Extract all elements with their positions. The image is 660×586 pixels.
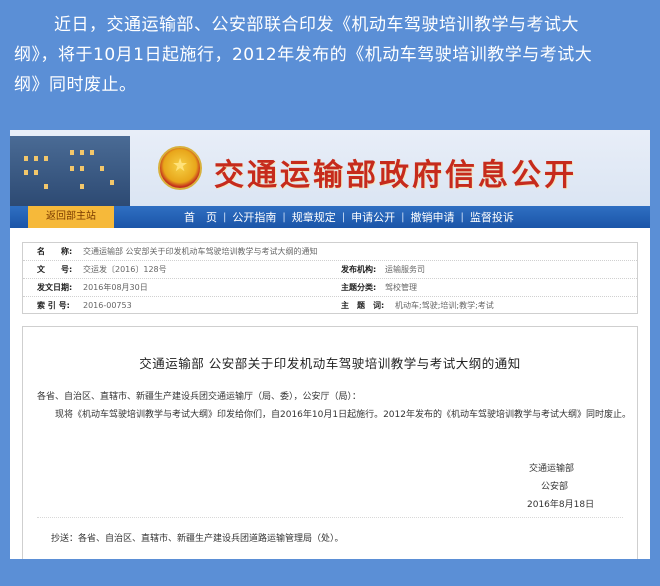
nav-item-guide[interactable]: 公开指南 <box>226 209 282 225</box>
intro-line-2: 纲》，将于10月1日起施行，2012年发布的《机动车驾驶培训教学与考试大 <box>14 45 593 65</box>
meta-doc-no-label: 文 号: <box>37 265 73 274</box>
notice-cc: 抄送：各省、自治区、直辖市、新疆生产建设兵团道路运输管理局（处）。 <box>51 534 344 544</box>
site-banner: ★ 交通运输部政府信息公开 <box>10 130 650 206</box>
meta-row: 名 称: 交通运输部 公安部关于印发机动车驾驶培训教学与考试大纲的通知 <box>23 243 637 261</box>
notice-title: 交通运输部 公安部关于印发机动车驾驶培训教学与考试大纲的通知 <box>139 356 521 371</box>
meta-name-value: 交通运输部 公安部关于印发机动车驾驶培训教学与考试大纲的通知 <box>83 247 318 256</box>
meta-agency-label: 发布机构: <box>341 265 377 274</box>
meta-row: 文 号: 交运发〔2016〕128号 发布机构: 运输服务司 <box>23 261 637 279</box>
meta-name-label: 名 称: <box>37 247 73 256</box>
intro-line-1: 近日，交通运输部、公安部联合印发《机动车驾驶培训教学与考试大 <box>54 15 579 35</box>
national-emblem-icon: ★ <box>158 146 202 190</box>
sign-date: 2016年8月18日 <box>527 500 595 510</box>
meta-keywords-label: 主 题 词: <box>341 301 385 310</box>
intro-line-3: 纲》同时废止。 <box>14 75 137 95</box>
meta-category-label: 主题分类: <box>341 283 377 292</box>
meta-row: 发文日期: 2016年08月30日 主题分类: 驾校管理 <box>23 279 637 297</box>
meta-date-value: 2016年08月30日 <box>83 283 148 292</box>
back-to-main-site-button[interactable]: 返回部主站 <box>28 206 114 228</box>
meta-row: 索 引 号: 2016-00753 主 题 词: 机动车;驾驶;培训;教学;考试 <box>23 297 637 315</box>
signer-ministry-transport: 交通运输部 <box>529 464 575 474</box>
nav-item-regulations[interactable]: 规章规定 <box>286 209 342 225</box>
divider <box>37 517 623 518</box>
document-metadata-table: 名 称: 交通运输部 公安部关于印发机动车驾驶培训教学与考试大纲的通知 文 号:… <box>22 242 638 314</box>
meta-date-label: 发文日期: <box>37 283 73 292</box>
notice-content: 交通运输部 公安部关于印发机动车驾驶培训教学与考试大纲的通知 各省、自治区、直辖… <box>22 326 638 559</box>
nav-menu: 首 页 | 公开指南 | 规章规定 | 申请公开 | 撤销申请 | 监督投诉 <box>178 206 520 228</box>
meta-category-value: 驾校管理 <box>385 283 417 292</box>
building-image <box>10 136 130 206</box>
site-title: 交通运输部政府信息公开 <box>214 158 577 193</box>
nav-item-revoke[interactable]: 撤销申请 <box>405 209 461 225</box>
meta-index-label: 索 引 号: <box>37 301 70 310</box>
main-navbar: 返回部主站 首 页 | 公开指南 | 规章规定 | 申请公开 | 撤销申请 | … <box>10 206 650 228</box>
notice-addressee: 各省、自治区、直辖市、新疆生产建设兵团交通运输厅（局、委），公安厅（局）： <box>37 392 362 402</box>
notice-body: 现将《机动车驾驶培训教学与考试大纲》印发给你们，自2016年10月1日起施行。2… <box>55 410 631 420</box>
nav-item-home[interactable]: 首 页 <box>178 209 223 225</box>
meta-index-value: 2016-00753 <box>83 301 132 310</box>
signer-ministry-security: 公安部 <box>541 482 569 492</box>
meta-keywords-value: 机动车;驾驶;培训;教学;考试 <box>395 301 494 310</box>
screenshot-panel: ★ 交通运输部政府信息公开 返回部主站 首 页 | 公开指南 | 规章规定 | … <box>10 130 650 559</box>
nav-item-apply[interactable]: 申请公开 <box>345 209 401 225</box>
nav-item-complaint[interactable]: 监督投诉 <box>464 209 520 225</box>
meta-agency-value: 运输服务司 <box>385 265 425 274</box>
meta-doc-no-value: 交运发〔2016〕128号 <box>83 265 167 274</box>
intro-paragraph: 近日，交通运输部、公安部联合印发《机动车驾驶培训教学与考试大 纲》，将于10月1… <box>14 10 648 100</box>
